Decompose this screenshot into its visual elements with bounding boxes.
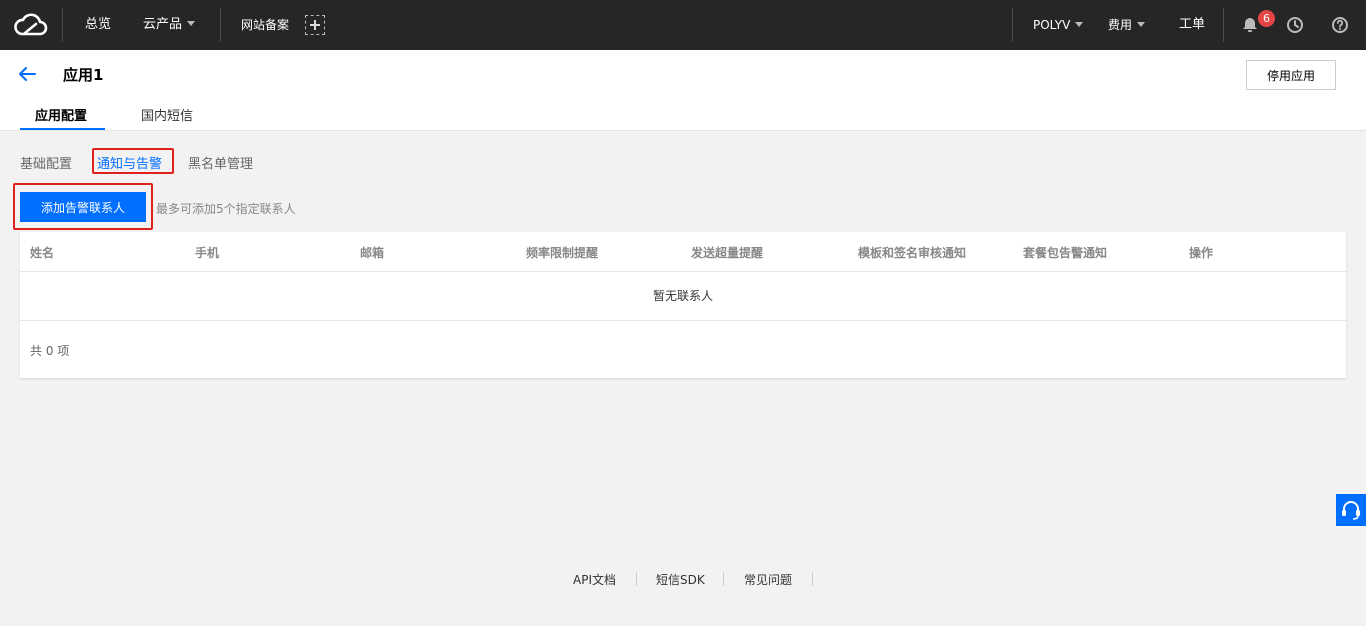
footer-link-api-docs[interactable]: API文档 <box>573 571 616 588</box>
column-header-actions: 操作 <box>1189 246 1214 260</box>
footer-divider <box>636 572 637 586</box>
column-header-email: 邮箱 <box>360 246 385 260</box>
account-name: POLYV <box>1033 18 1071 32</box>
add-contact-hint: 最多可添加5个指定联系人 <box>156 202 296 216</box>
footer-link-sms-sdk[interactable]: 短信SDK <box>656 571 705 588</box>
highlight-box <box>13 183 153 230</box>
column-header-over-quota: 发送超量提醒 <box>691 246 764 260</box>
nav-divider <box>1223 8 1224 42</box>
chevron-down-icon <box>1137 22 1146 27</box>
chevron-down-icon <box>187 21 196 26</box>
page-header: 应用1 停用应用 应用配置 国内短信 <box>0 50 1366 131</box>
empty-state-row: 暂无联系人 <box>20 272 1346 321</box>
cloud-logo-icon[interactable] <box>12 10 50 40</box>
highlight-box <box>92 148 174 174</box>
total-count: 共 0 项 <box>30 344 70 358</box>
notification-badge: 6 <box>1258 10 1275 27</box>
active-tab-indicator <box>20 128 105 130</box>
footer-divider <box>723 572 724 586</box>
subtab-basic-config[interactable]: 基础配置 <box>20 153 72 172</box>
nav-divider <box>62 8 63 42</box>
nav-divider <box>220 8 221 42</box>
bell-icon[interactable] <box>1240 15 1260 35</box>
nav-divider <box>1012 8 1013 42</box>
nav-tickets[interactable]: 工单 <box>1179 0 1205 50</box>
page-title: 应用1 <box>63 66 104 84</box>
column-header-phone: 手机 <box>195 246 220 260</box>
nav-products[interactable]: 云产品 <box>143 0 196 50</box>
tab-app-config[interactable]: 应用配置 <box>35 105 87 124</box>
nav-billing-label: 费用 <box>1108 18 1133 32</box>
nav-billing[interactable]: 费用 <box>1108 0 1146 50</box>
nav-overview[interactable]: 总览 <box>85 0 111 50</box>
nav-products-label: 云产品 <box>143 17 183 32</box>
table-header: 姓名 手机 邮箱 频率限制提醒 发送超量提醒 模板和签名审核通知 套餐包告警通知… <box>20 232 1346 272</box>
add-shortcut-icon[interactable] <box>305 15 325 35</box>
help-icon[interactable] <box>1330 15 1350 35</box>
back-arrow-icon[interactable] <box>17 65 37 83</box>
column-header-rate-limit: 频率限制提醒 <box>526 246 599 260</box>
contacts-table: 姓名 手机 邮箱 频率限制提醒 发送超量提醒 模板和签名审核通知 套餐包告警通知… <box>20 232 1346 378</box>
subtab-blacklist[interactable]: 黑名单管理 <box>188 153 253 172</box>
column-header-package-alert: 套餐包告警通知 <box>1023 246 1108 260</box>
nav-account[interactable]: POLYV <box>1033 0 1084 50</box>
footer-link-faq[interactable]: 常见问题 <box>744 571 792 588</box>
footer-divider <box>812 572 813 586</box>
disable-app-button[interactable]: 停用应用 <box>1246 60 1336 90</box>
clock-icon[interactable] <box>1285 15 1305 35</box>
customer-service-button[interactable] <box>1336 494 1366 526</box>
tab-domestic-sms[interactable]: 国内短信 <box>141 105 193 124</box>
top-navbar: 总览 云产品 网站备案 POLYV 费用 工单 6 <box>0 0 1366 50</box>
column-header-name: 姓名 <box>30 246 55 260</box>
headset-icon <box>1342 501 1360 520</box>
column-header-review-notify: 模板和签名审核通知 <box>858 246 967 260</box>
chevron-down-icon <box>1075 22 1084 27</box>
nav-icp-filing[interactable]: 网站备案 <box>241 0 289 50</box>
